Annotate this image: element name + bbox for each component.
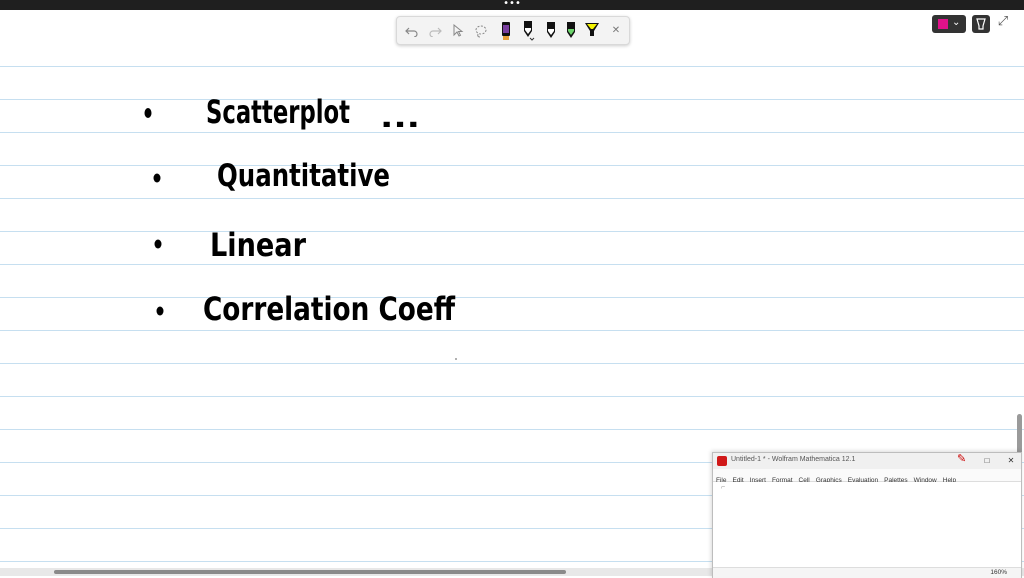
expand-button[interactable]: ⤢ — [994, 14, 1012, 34]
pen-toolbar: ✕ — [396, 16, 630, 45]
highlighter-button[interactable] — [581, 20, 603, 41]
window-title: Untitled-1 * - Wolfram Mathematica 12.1 — [731, 456, 856, 463]
close-toolbar-button[interactable]: ✕ — [605, 20, 627, 41]
maximize-icon[interactable]: □ — [981, 455, 993, 467]
pen-green-button[interactable] — [560, 20, 582, 41]
lasso-button[interactable] — [470, 20, 492, 41]
select-arrow-icon — [453, 23, 464, 37]
mathematica-menu-bar: File Edit Insert Format Cell Graphics Evaluati… — [713, 469, 1021, 484]
redo-icon — [429, 27, 442, 37]
undo-icon — [405, 27, 418, 37]
cell-insertion-marker[interactable]: ⌐ — [721, 484, 725, 491]
highlighter-icon — [585, 22, 599, 36]
mathematica-title-bar[interactable]: Untitled-1 * - Wolfram Mathematica 12.1 … — [713, 453, 1021, 469]
lasso-icon — [475, 25, 487, 37]
mathematica-logo-icon — [717, 456, 727, 466]
pen-cursor-icon: ✎ — [957, 453, 967, 465]
app-top-bar: ••• — [0, 0, 1024, 10]
pen-black-button[interactable] — [518, 20, 540, 41]
zoom-level[interactable]: 160% — [990, 569, 1007, 576]
eraser-icon — [976, 18, 986, 30]
pen-purple-button[interactable] — [495, 20, 517, 41]
vertical-scrollbar-thumb[interactable] — [1017, 414, 1022, 454]
pen-black-2-button[interactable] — [540, 20, 562, 41]
ink-color-button[interactable]: ⌄ — [932, 15, 966, 33]
ink-tools: ⌄ ⤢ — [932, 14, 1012, 34]
select-button[interactable] — [447, 20, 469, 41]
pen-icon — [502, 21, 510, 40]
pen-icon — [567, 21, 575, 38]
notebook-area[interactable]: ⌐ — [713, 482, 1021, 567]
status-bar: 160% — [713, 567, 1021, 578]
redo-button[interactable] — [424, 20, 446, 41]
ink-color-swatch — [938, 19, 948, 29]
eraser-button[interactable] — [972, 15, 990, 33]
undo-button[interactable] — [401, 20, 423, 41]
pen-icon — [547, 21, 555, 38]
horizontal-scrollbar-thumb[interactable] — [54, 570, 566, 574]
mathematica-window[interactable]: Untitled-1 * - Wolfram Mathematica 12.1 … — [712, 452, 1022, 578]
drag-handle[interactable]: ••• — [503, 0, 521, 9]
chevron-down-icon: ⌄ — [952, 17, 961, 28]
pen-icon — [524, 20, 535, 41]
close-icon[interactable]: ✕ — [1005, 455, 1017, 467]
